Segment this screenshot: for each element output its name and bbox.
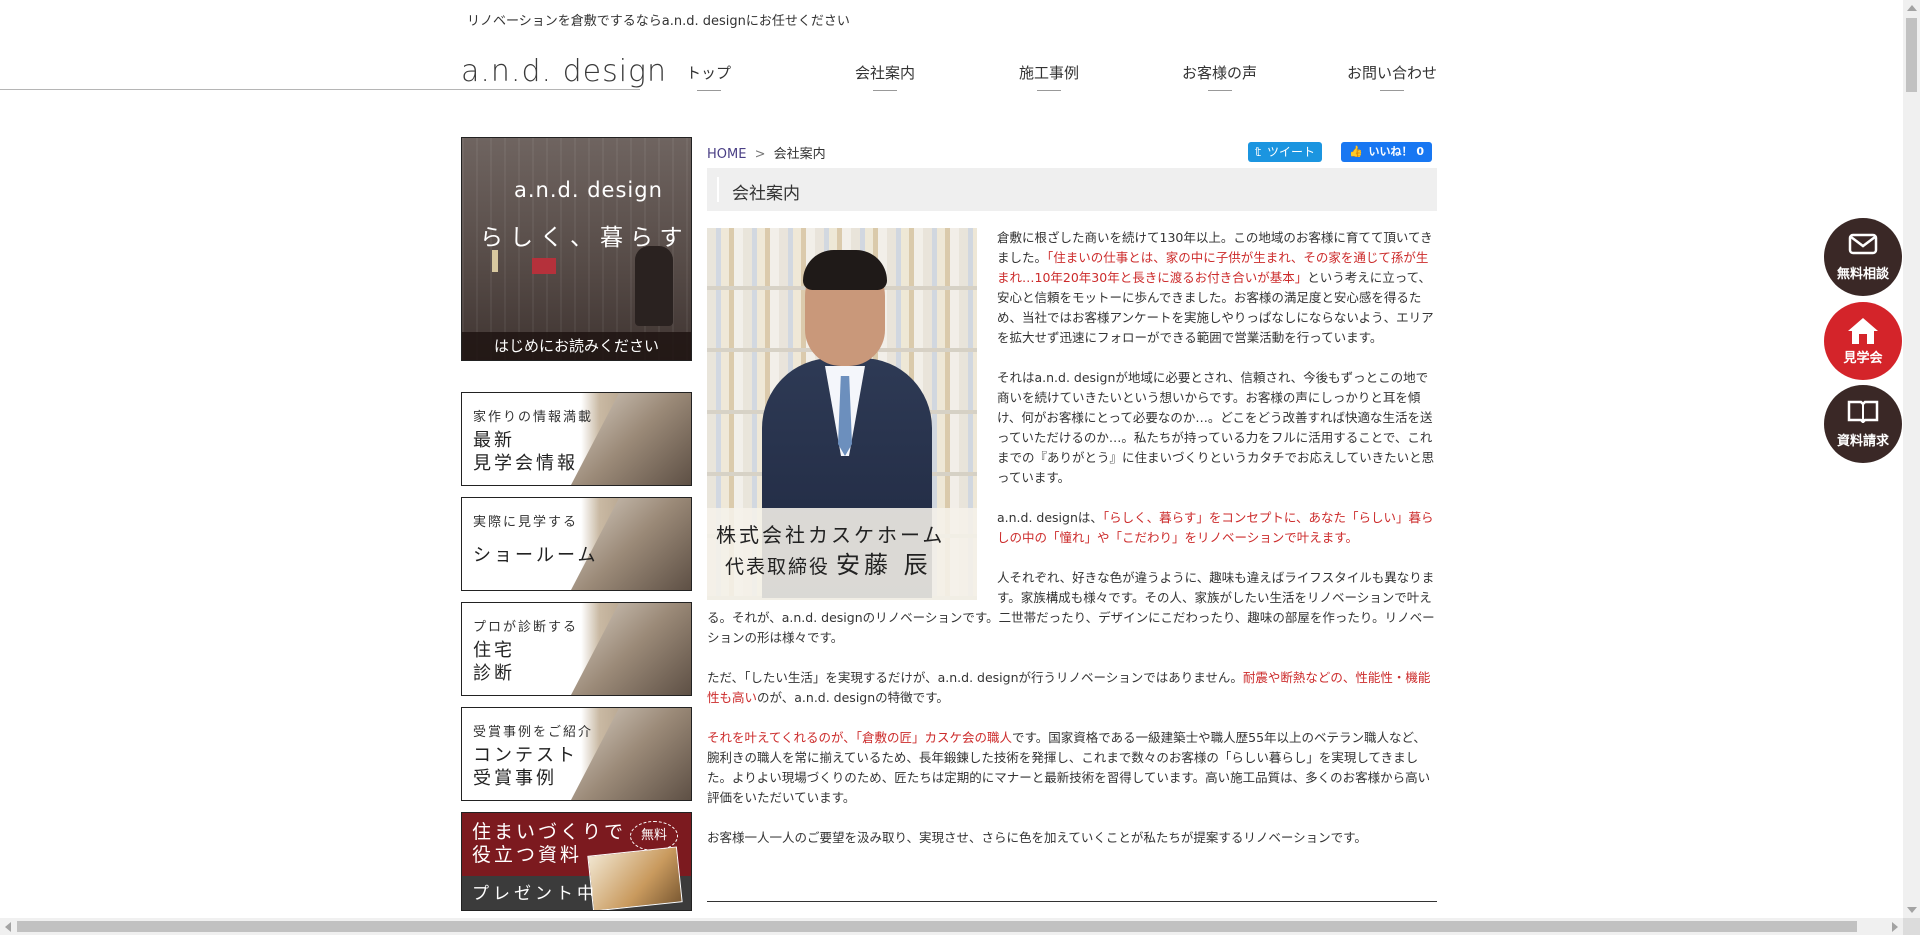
banner-sub: 家作りの情報満載 — [473, 410, 594, 425]
breadcrumb-home[interactable]: HOME — [707, 147, 746, 162]
p6-highlight: それを叶えてくれるのが、「倉敷の匠」カスケ会の職人 — [707, 730, 1013, 745]
banner-photo — [571, 603, 691, 695]
free-consultation-label: 無料相談 — [1836, 267, 1889, 282]
hero-readme: はじめにお読みください — [462, 332, 691, 360]
banner-main: 住宅 診断 — [473, 639, 515, 685]
vertical-scrollbar[interactable] — [1903, 0, 1920, 918]
tweet-button[interactable]: 𝕥 ツイート — [1248, 142, 1322, 162]
p3-text: a.n.d. designは、 — [997, 510, 1103, 525]
thumbs-up-icon: 👍 — [1348, 145, 1363, 158]
tweet-label: ツイート — [1266, 145, 1315, 159]
banner-open-house[interactable]: 家作りの情報満載 最新 見学会情報 — [461, 392, 692, 486]
hero-figure — [635, 246, 673, 326]
banner-main-line1: コンテスト — [473, 745, 578, 766]
scroll-right-arrow-icon[interactable] — [1892, 922, 1898, 932]
page-title: 会社案内 — [732, 184, 800, 204]
paragraph-7: お客様一人一人のご要望を汲み取り、実現させ、さらに色を加えていくことが私たちが提… — [707, 830, 1367, 845]
breadcrumb-current: 会社案内 — [773, 147, 826, 162]
banner-main-line1: 住宅 — [473, 640, 515, 661]
document-request-label: 資料請求 — [1836, 434, 1889, 449]
twitter-bird-icon: 𝕥 — [1255, 145, 1262, 159]
banner-home-inspection[interactable]: プロが診断する 住宅 診断 — [461, 602, 692, 696]
banner-sub: 受賞事例をご紹介 — [473, 725, 594, 740]
breadcrumb: HOME > 会社案内 — [707, 143, 826, 162]
photo-caption-role: 代表取締役 — [725, 556, 831, 578]
banner-main: コンテスト 受賞事例 — [473, 744, 578, 790]
breadcrumb-separator: > — [754, 147, 766, 162]
p5-text: ただ、「したい生活」を実現するだけが、a.n.d. designが行うリノベーシ… — [707, 670, 1243, 685]
banner-free-documents[interactable]: 住まいづくりで 役立つ資料 無料 プレゼント中 — [461, 812, 692, 911]
hero-brand: a.n.d. design — [514, 178, 663, 202]
horizontal-scrollbar[interactable] — [0, 918, 1903, 935]
banner-main: 最新 見学会情報 — [473, 429, 578, 475]
mail-icon — [1848, 233, 1878, 255]
banner-showroom[interactable]: 実際に見学する ショールーム — [461, 497, 692, 591]
hero-banner[interactable]: a.n.d. design らしく、暮らす はじめにお読みください — [461, 137, 692, 361]
mailbox — [532, 258, 556, 274]
photo-caption-name: 安藤 辰 — [836, 551, 932, 579]
paragraph-6: それを叶えてくれるのが、「倉敷の匠」カスケ会の職人です。国家資格である一級建築士… — [707, 728, 1437, 808]
nav-works[interactable]: 施工事例 — [1019, 62, 1079, 83]
nav-voice[interactable]: お客様の声 — [1182, 62, 1257, 83]
vertical-scroll-thumb[interactable] — [1906, 18, 1917, 92]
like-button[interactable]: 👍 いいね！ 0 — [1341, 142, 1432, 162]
scroll-up-arrow-icon[interactable] — [1907, 5, 1917, 11]
nav-top[interactable]: トップ — [686, 62, 731, 83]
banner-main-line2: 診断 — [473, 663, 515, 684]
scrollbar-corner — [1903, 918, 1920, 935]
nav-contact[interactable]: お問い合わせ — [1347, 62, 1437, 83]
scroll-down-arrow-icon[interactable] — [1907, 907, 1917, 913]
free-consultation-button[interactable]: 無料相談 — [1824, 218, 1902, 296]
book-icon — [1847, 400, 1879, 423]
photo-caption-person: 代表取締役 安藤 辰 — [725, 545, 932, 580]
gift-line1a: 住まいづくりで — [472, 821, 627, 843]
like-label: いいね！ 0 — [1368, 145, 1425, 158]
open-house-label: 見学会 — [1843, 351, 1883, 366]
banner-contest[interactable]: 受賞事例をご紹介 コンテスト 受賞事例 — [461, 707, 692, 801]
banner-sub: 実際に見学する — [473, 515, 579, 530]
document-request-button[interactable]: 資料請求 — [1824, 385, 1902, 463]
banner-main-line1: 最新 — [473, 430, 515, 451]
scroll-left-arrow-icon[interactable] — [5, 922, 11, 932]
banner-sub: プロが診断する — [473, 620, 579, 635]
banner-main: ショールーム — [473, 544, 598, 567]
content-divider — [707, 901, 1437, 902]
global-nav: トップ 会社案内 施工事例 お客様の声 お問い合わせ — [0, 62, 1920, 92]
documents-image — [587, 846, 683, 910]
banner-main-line1: ショールーム — [473, 545, 599, 566]
lamp — [492, 250, 498, 272]
open-house-button[interactable]: 見学会 — [1824, 302, 1902, 380]
page-title-bar: 会社案内 — [707, 168, 1437, 211]
banner-main-line2: 見学会情報 — [473, 453, 578, 474]
nav-company[interactable]: 会社案内 — [855, 62, 915, 83]
ceo-photo: 株式会社カスケホーム 代表取締役 安藤 辰 — [707, 228, 977, 600]
tagline: リノベーションを倉敷でするならa.n.d. designにお任せください — [467, 14, 850, 29]
banner-main-line2: 受賞事例 — [473, 768, 557, 789]
p5-text-rest: のが、a.n.d. designの特徴です。 — [757, 690, 949, 705]
home-icon — [1848, 318, 1878, 344]
paragraph-5: ただ、「したい生活」を実現するだけが、a.n.d. designが行うリノベーシ… — [707, 668, 1437, 708]
horizontal-scroll-thumb[interactable] — [17, 921, 1857, 932]
photo-caption-company: 株式会社カスケホーム — [716, 523, 946, 547]
gift-line2: プレゼント中 — [472, 884, 598, 904]
ceo-hair — [803, 250, 887, 290]
